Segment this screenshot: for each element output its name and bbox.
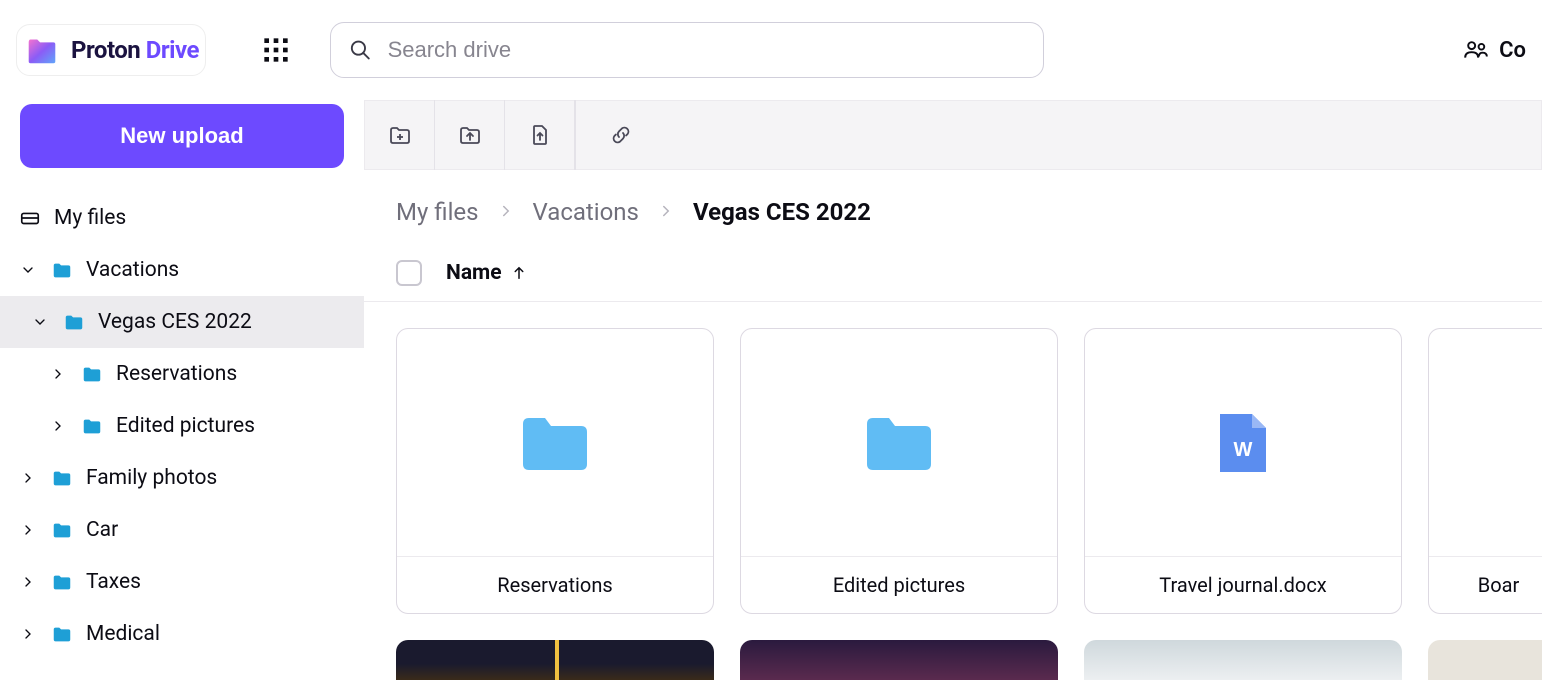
sidebar-item-label: My files (54, 206, 126, 230)
chevron-right-icon (18, 572, 38, 592)
sidebar-my-files[interactable]: My files (0, 192, 364, 244)
share-link-button[interactable] (586, 100, 656, 170)
chevron-down-icon (18, 260, 38, 280)
folder-icon (865, 414, 933, 472)
tile-preview: W (1085, 329, 1401, 557)
sidebar-item-label: Vacations (86, 258, 179, 282)
breadcrumb: My files Vacations Vegas CES 2022 (364, 170, 1542, 244)
drive-icon (18, 206, 42, 230)
sidebar-item-label: Edited pictures (116, 414, 255, 438)
svg-text:W: W (1234, 439, 1253, 461)
file-upload-icon (528, 123, 552, 147)
folder-icon (50, 518, 74, 542)
chevron-right-icon (18, 468, 38, 488)
chevron-right-icon (18, 520, 38, 540)
sidebar-item-label: Family photos (86, 466, 217, 490)
drive-logo-icon (23, 31, 61, 69)
folder-icon (50, 466, 74, 490)
folder-plus-icon (388, 123, 412, 147)
sidebar-item-vacations[interactable]: Vacations (0, 244, 364, 296)
folder-icon (62, 310, 86, 334)
sidebar-item-label: Car (86, 518, 118, 542)
toolbar (364, 100, 1542, 170)
tile-label: Edited pictures (741, 557, 1057, 613)
breadcrumb-current: Vegas CES 2022 (693, 198, 871, 226)
people-icon (1463, 37, 1489, 63)
upload-folder-button[interactable] (435, 100, 505, 170)
image-thumbnail[interactable] (396, 640, 714, 680)
sidebar-item-taxes[interactable]: Taxes (0, 556, 364, 608)
tile-travel-journal[interactable]: W Travel journal.docx (1084, 328, 1402, 614)
chevron-right-icon (48, 364, 68, 384)
link-icon (609, 123, 633, 147)
new-folder-button[interactable] (365, 100, 435, 170)
chevron-right-icon (18, 624, 38, 644)
word-doc-icon: W (1218, 412, 1268, 474)
app-logo-text: Proton Drive (71, 36, 199, 64)
select-all-checkbox[interactable] (396, 260, 422, 286)
folder-icon (50, 622, 74, 646)
sidebar-item-label: Vegas CES 2022 (98, 310, 252, 334)
upload-file-button[interactable] (505, 100, 575, 170)
sidebar-item-label: Reservations (116, 362, 237, 386)
chevron-right-icon (497, 198, 515, 226)
collaborators-button[interactable]: Co (1463, 37, 1526, 63)
tile-label: Travel journal.docx (1085, 557, 1401, 613)
search-icon (349, 38, 372, 62)
list-header: Name (364, 244, 1542, 302)
column-name-label: Name (446, 261, 502, 285)
image-thumbnail[interactable] (740, 640, 1058, 680)
folder-icon (50, 570, 74, 594)
tile-edited-pictures[interactable]: Edited pictures (740, 328, 1058, 614)
chevron-right-icon (48, 416, 68, 436)
tile-label: Reservations (397, 557, 713, 613)
tile-label: Boar (1429, 557, 1542, 613)
sidebar-item-medical[interactable]: Medical (0, 608, 364, 660)
folder-icon (521, 414, 589, 472)
sort-asc-icon (510, 264, 528, 282)
sidebar-item-car[interactable]: Car (0, 504, 364, 556)
apps-grid-icon (262, 36, 290, 64)
new-upload-button[interactable]: New upload (20, 104, 344, 168)
folder-icon (80, 414, 104, 438)
image-thumbnail[interactable] (1084, 640, 1402, 680)
sidebar-item-reservations[interactable]: Reservations (0, 348, 364, 400)
sidebar-item-label: Taxes (86, 570, 141, 594)
search-bar[interactable] (330, 22, 1044, 78)
collaborators-label: Co (1499, 38, 1526, 63)
apps-launcher-button[interactable] (258, 32, 294, 68)
tile-preview (397, 329, 713, 557)
folder-icon (80, 362, 104, 386)
tile-reservations[interactable]: Reservations (396, 328, 714, 614)
breadcrumb-vacations[interactable]: Vacations (533, 198, 639, 226)
folder-icon (50, 258, 74, 282)
chevron-down-icon (30, 312, 50, 332)
chevron-right-icon (657, 198, 675, 226)
app-logo[interactable]: Proton Drive (16, 24, 206, 76)
tile-preview (1429, 329, 1542, 557)
sidebar-item-edited-pictures[interactable]: Edited pictures (0, 400, 364, 452)
breadcrumb-root[interactable]: My files (396, 198, 479, 226)
sidebar-item-family-photos[interactable]: Family photos (0, 452, 364, 504)
folder-upload-icon (458, 123, 482, 147)
tile-partial[interactable]: Boar (1428, 328, 1542, 614)
tile-preview (741, 329, 1057, 557)
search-input[interactable] (388, 37, 1025, 63)
sidebar-item-label: Medical (86, 622, 160, 646)
sidebar-item-vegas[interactable]: Vegas CES 2022 (0, 296, 364, 348)
image-thumbnail[interactable] (1428, 640, 1542, 680)
column-name-header[interactable]: Name (446, 261, 528, 285)
